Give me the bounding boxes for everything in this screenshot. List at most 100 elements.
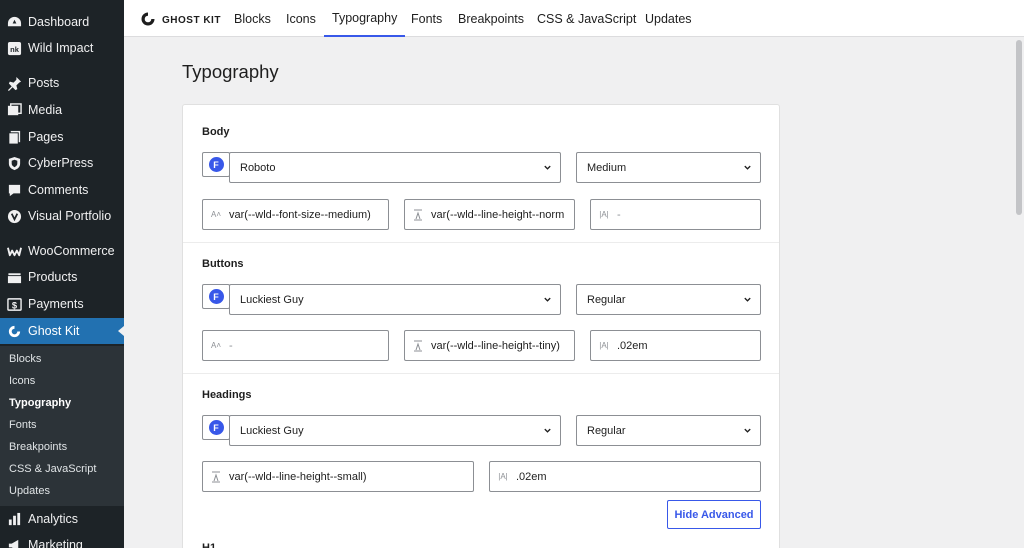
sidebar-item-visual-portfolio[interactable]: Visual Portfolio xyxy=(0,203,124,229)
sidebar-item-wild-impact[interactable]: nk Wild Impact xyxy=(0,35,124,61)
line-height-value: var(--wld--line-height--tiny) xyxy=(431,339,560,352)
letter-spacing-input[interactable]: |A| .02em xyxy=(590,330,761,361)
page-title: Typography xyxy=(182,61,279,82)
admin-sidebar: Dashboard nk Wild Impact Posts Media Pag… xyxy=(0,0,124,548)
tab-blocks[interactable]: Blocks xyxy=(234,0,271,37)
submenu-item-typography[interactable]: Typography xyxy=(9,397,71,409)
chevron-down-icon xyxy=(744,297,751,302)
sidebar-item-marketing[interactable]: Marketing xyxy=(0,532,124,548)
shield-icon xyxy=(6,155,22,171)
pin-icon xyxy=(6,75,22,91)
sidebar-item-label: Media xyxy=(28,103,63,117)
font-source-button[interactable]: F xyxy=(202,284,230,309)
chevron-down-icon xyxy=(744,165,751,170)
section-divider xyxy=(183,373,779,374)
letter-spacing-input[interactable]: |A| - xyxy=(590,199,761,230)
font-size-value: - xyxy=(229,339,233,352)
font-weight-select[interactable]: Regular xyxy=(576,415,761,446)
line-height-value: var(--wld--line-height--norm xyxy=(431,208,565,221)
font-family-value: Roboto xyxy=(240,161,276,174)
font-source-badge-icon: F xyxy=(208,157,224,172)
font-size-input[interactable]: A˄ var(--wld--font-size--medium) xyxy=(202,199,389,230)
sidebar-item-label: Pages xyxy=(28,130,64,144)
tab-breakpoints[interactable]: Breakpoints xyxy=(458,0,524,37)
submenu-item-css-js[interactable]: CSS & JavaScript xyxy=(9,463,96,475)
font-family-select[interactable]: Roboto xyxy=(229,152,561,183)
ghostkit-icon xyxy=(6,323,22,339)
font-size-icon: A˄ xyxy=(210,341,221,350)
line-height-input[interactable]: var(--wld--line-height--tiny) xyxy=(404,330,575,361)
sidebar-item-products[interactable]: Products xyxy=(0,264,124,290)
analytics-icon xyxy=(6,511,22,527)
line-height-input[interactable]: var(--wld--line-height--small) xyxy=(202,461,474,492)
section-label-h1: H1 xyxy=(202,542,217,548)
nk-logo-icon: nk xyxy=(6,40,22,56)
sidebar-item-media[interactable]: Media xyxy=(0,97,124,123)
tab-icons[interactable]: Icons xyxy=(286,0,316,37)
tab-updates[interactable]: Updates xyxy=(645,0,692,37)
submenu-item-icons[interactable]: Icons xyxy=(9,375,35,387)
font-source-button[interactable]: F xyxy=(202,415,230,440)
typography-settings-card: Body F Roboto Medium A˄ var(--wld--font-… xyxy=(182,104,780,548)
submenu-item-breakpoints[interactable]: Breakpoints xyxy=(9,441,67,453)
font-weight-value: Regular xyxy=(587,293,626,306)
font-family-value: Luckiest Guy xyxy=(240,424,304,437)
sidebar-item-payments[interactable]: $ Payments xyxy=(0,291,124,317)
letter-spacing-value: - xyxy=(617,208,621,221)
sidebar-item-label: Analytics xyxy=(28,512,79,526)
submenu-item-updates[interactable]: Updates xyxy=(9,485,50,497)
font-source-badge-icon: F xyxy=(208,289,224,304)
font-weight-select[interactable]: Regular xyxy=(576,284,761,315)
v-circle-icon xyxy=(6,208,22,224)
line-height-icon xyxy=(411,209,425,221)
line-height-icon xyxy=(209,471,223,483)
sidebar-item-label: Ghost Kit xyxy=(28,324,80,338)
font-family-select[interactable]: Luckiest Guy xyxy=(229,284,561,315)
font-size-input[interactable]: A˄ - xyxy=(202,330,389,361)
ghost-kit-header: GHOST KIT Blocks Icons Typography Fonts … xyxy=(124,0,1024,37)
sidebar-item-posts[interactable]: Posts xyxy=(0,70,124,96)
font-source-button[interactable]: F xyxy=(202,152,230,177)
font-weight-select[interactable]: Medium xyxy=(576,152,761,183)
letter-spacing-icon: |A| xyxy=(599,341,609,350)
sidebar-item-label: Dashboard xyxy=(28,15,90,29)
submenu-item-fonts[interactable]: Fonts xyxy=(9,419,37,431)
sidebar-item-woocommerce[interactable]: WooCommerce xyxy=(0,238,124,264)
payments-icon: $ xyxy=(6,296,22,312)
sidebar-item-label: Visual Portfolio xyxy=(28,209,112,223)
letter-spacing-value: .02em xyxy=(617,339,648,352)
font-family-select[interactable]: Luckiest Guy xyxy=(229,415,561,446)
sidebar-item-comments[interactable]: Comments xyxy=(0,177,124,203)
page-scrollbar[interactable] xyxy=(1016,40,1022,215)
line-height-icon xyxy=(411,340,425,352)
marketing-icon xyxy=(6,537,22,548)
sidebar-item-pages[interactable]: Pages xyxy=(0,124,124,150)
sidebar-item-label: CyberPress xyxy=(28,156,94,170)
sidebar-item-label: Payments xyxy=(28,297,84,311)
submenu-item-blocks[interactable]: Blocks xyxy=(9,353,41,365)
sidebar-item-ghost-kit[interactable]: Ghost Kit xyxy=(0,318,124,344)
svg-text:nk: nk xyxy=(10,44,20,53)
hide-advanced-button[interactable]: Hide Advanced xyxy=(667,500,761,529)
products-icon xyxy=(6,269,22,285)
media-icon xyxy=(6,102,22,118)
woo-icon xyxy=(6,243,22,259)
sidebar-item-analytics[interactable]: Analytics xyxy=(0,506,124,532)
chevron-down-icon xyxy=(544,165,551,170)
tab-fonts[interactable]: Fonts xyxy=(411,0,442,37)
section-divider xyxy=(183,242,779,243)
sidebar-item-label: Posts xyxy=(28,76,60,90)
ghost-kit-submenu: Blocks Icons Typography Fonts Breakpoint… xyxy=(0,346,124,506)
font-family-value: Luckiest Guy xyxy=(240,293,304,306)
sidebar-item-label: Comments xyxy=(28,183,89,197)
letter-spacing-input[interactable]: |A| .02em xyxy=(489,461,761,492)
tab-css-javascript[interactable]: CSS & JavaScript xyxy=(537,0,636,37)
sidebar-item-label: Wild Impact xyxy=(28,41,94,55)
sidebar-item-dashboard[interactable]: Dashboard xyxy=(0,9,124,35)
line-height-input[interactable]: var(--wld--line-height--norm xyxy=(404,199,575,230)
tab-typography[interactable]: Typography xyxy=(324,0,406,37)
sidebar-item-label: Products xyxy=(28,270,78,284)
font-weight-value: Medium xyxy=(587,161,627,174)
brand-name: GHOST KIT xyxy=(162,15,221,26)
sidebar-item-cyberpress[interactable]: CyberPress xyxy=(0,150,124,176)
